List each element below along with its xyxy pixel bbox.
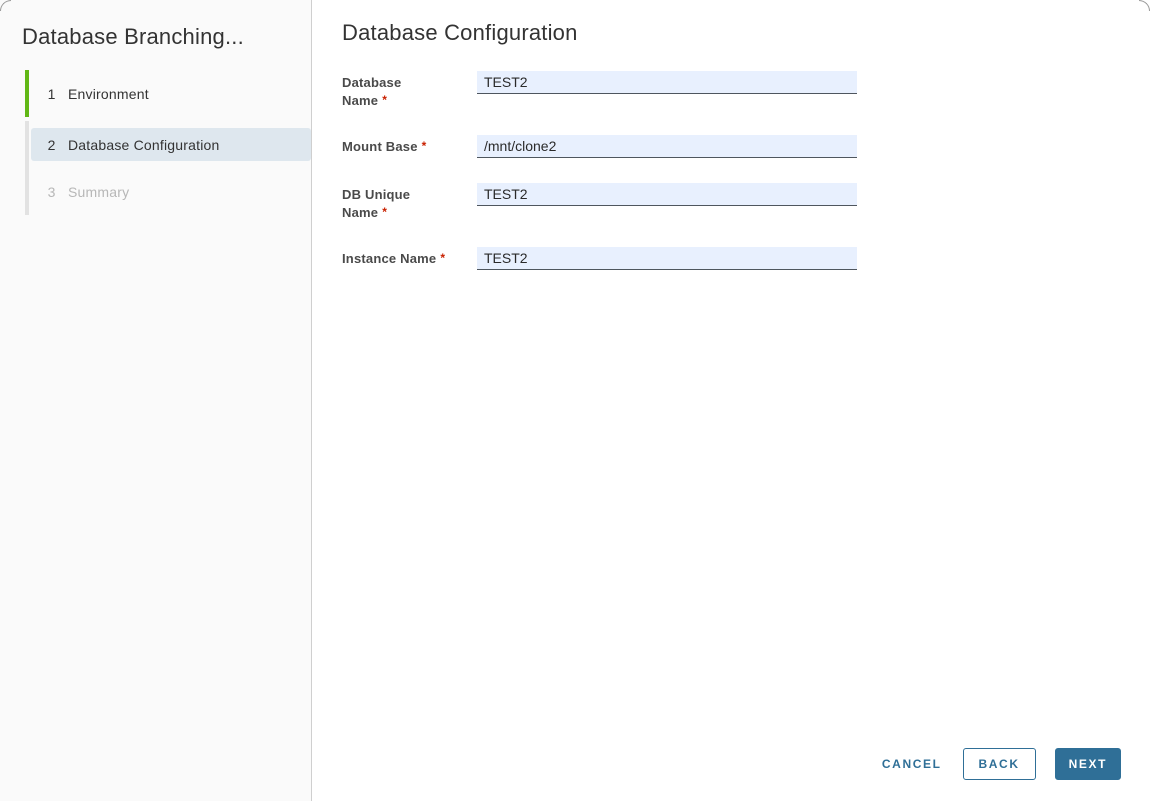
field-db-unique-name: DB Unique Name * (342, 183, 1150, 222)
mount-base-label: Mount Base * (342, 139, 427, 154)
step-database-configuration-inner[interactable]: 2 Database Configuration (31, 128, 311, 161)
step-environment[interactable]: 1 Environment (25, 70, 311, 117)
wizard-content: Database Configuration Database Name* Mo… (312, 0, 1150, 801)
next-button[interactable]: NEXT (1054, 748, 1121, 780)
db-unique-name-input[interactable] (477, 183, 857, 206)
db-unique-name-label: DB Unique Name * (342, 187, 411, 220)
wizard-steps: 1 Environment 2 Database Configuration 3… (25, 70, 311, 215)
field-instance-name: Instance Name * (342, 247, 1150, 270)
required-asterisk: * (440, 251, 446, 265)
database-configuration-form: Database Name* Mount Base* DB Unique Nam… (342, 71, 1150, 270)
cancel-button[interactable]: CANCEL (882, 757, 942, 771)
step-number: 1 (47, 85, 56, 102)
page-title: Database Configuration (342, 20, 578, 45)
wizard-dialog: Database Branching... 1 Environment 2 Da… (0, 0, 1150, 801)
step-label: Summary (68, 183, 130, 200)
field-mount-base: Mount Base * (342, 135, 1150, 158)
step-summary[interactable]: 3 Summary (25, 168, 311, 215)
required-asterisk: * (382, 205, 388, 219)
step-label: Database Configuration (68, 136, 220, 153)
step-summary-inner[interactable]: 3 Summary (31, 168, 311, 215)
step-number: 3 (47, 183, 56, 200)
step-label: Environment (68, 85, 149, 102)
wizard-sidebar: Database Branching... 1 Environment 2 Da… (0, 0, 312, 801)
instance-name-label: Instance Name * (342, 251, 446, 266)
step-environment-inner[interactable]: 1 Environment (31, 70, 311, 117)
database-name-input[interactable] (477, 71, 857, 94)
back-button[interactable]: BACK (962, 748, 1036, 780)
mount-base-input[interactable] (477, 135, 857, 158)
database-name-label: Database Name * (342, 75, 402, 108)
wizard-footer: CANCEL BACK NEXT (882, 748, 1121, 780)
instance-name-input[interactable] (477, 247, 857, 270)
field-database-name: Database Name * (342, 71, 1150, 110)
required-asterisk: * (382, 93, 388, 107)
wizard-title: Database Branching... (22, 24, 244, 49)
required-asterisk: * (421, 139, 427, 153)
step-database-configuration[interactable]: 2 Database Configuration (25, 121, 311, 168)
step-number: 2 (47, 136, 56, 153)
